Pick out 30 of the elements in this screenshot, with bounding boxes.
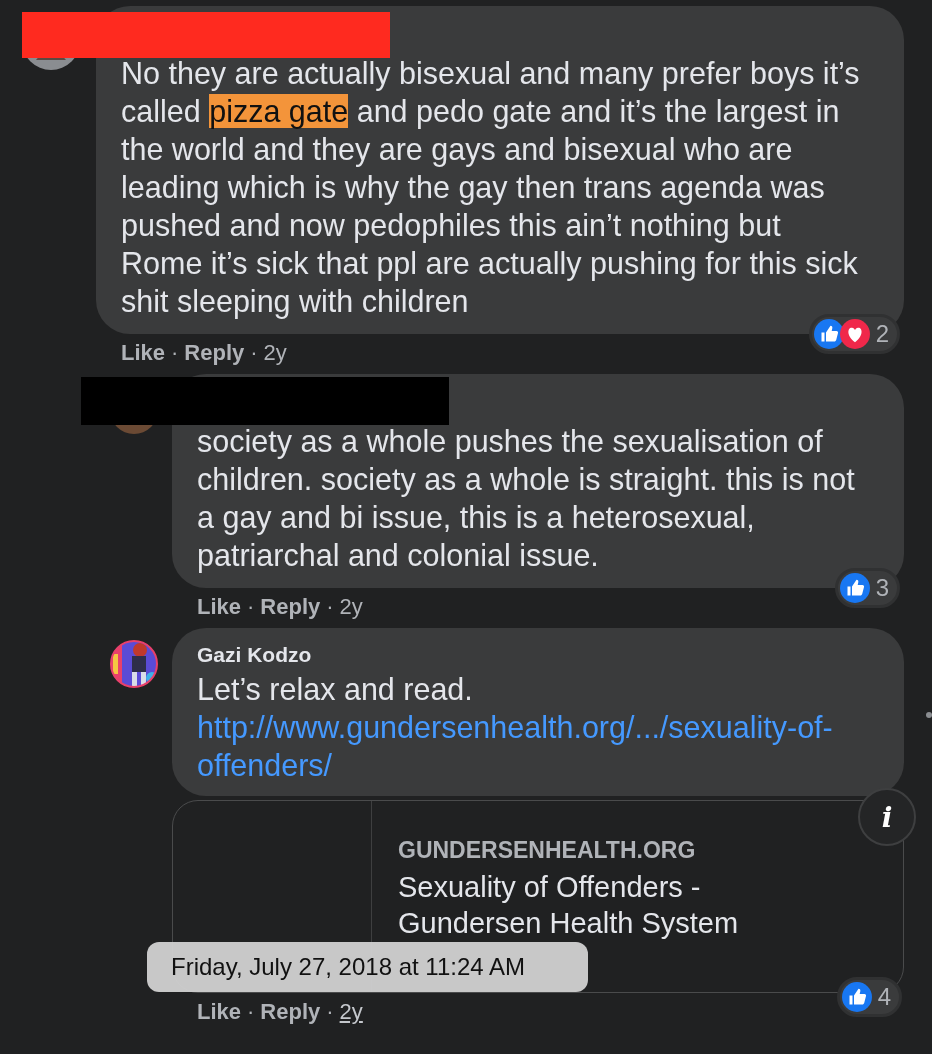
separator-dot: · <box>326 999 334 1025</box>
action-link[interactable]: Reply <box>260 999 321 1025</box>
preview-title: Sexuality of Offenders - Gundersen Health System <box>398 870 740 941</box>
link[interactable]: http://www.gundersenhealth.org/.../sexuality-of-offenders/ <box>197 708 880 784</box>
action-link[interactable]: Reply <box>184 340 245 366</box>
like-reaction-icon <box>839 573 870 603</box>
comment-text: Let’s relax and read. <box>197 671 474 708</box>
separator-dot: · <box>247 594 255 620</box>
separator-dot: · <box>326 594 334 620</box>
reaction-count[interactable]: 4 <box>836 977 902 1017</box>
action-link[interactable]: Like <box>197 594 242 620</box>
dot-icon <box>926 712 932 718</box>
tooltip: Friday, July 27, 2018 at 11:24 AM <box>147 942 588 992</box>
info-button[interactable]: i <box>858 788 916 846</box>
author-name[interactable]: Gazi Kodzo <box>197 640 880 670</box>
separator-dot: · <box>250 340 258 366</box>
timestamp-link[interactable]: 2y <box>339 999 363 1025</box>
timestamp-link[interactable]: 2y <box>263 340 287 366</box>
reaction-count[interactable]: 2 <box>808 314 900 354</box>
preview-domain: GUNDERSENHEALTH.ORG <box>398 836 697 865</box>
separator-dot: · <box>247 999 255 1025</box>
action-link[interactable]: Like <box>197 999 242 1025</box>
heart-reaction-icon <box>839 319 870 349</box>
like-reaction-icon <box>841 982 872 1012</box>
action-link[interactable]: Reply <box>260 594 321 620</box>
action-link[interactable]: Like <box>121 340 166 366</box>
separator-dot: · <box>171 340 179 366</box>
like-reaction-icon <box>813 319 844 349</box>
timestamp-link[interactable]: 2y <box>339 594 363 620</box>
reaction-count[interactable]: 3 <box>834 568 900 608</box>
